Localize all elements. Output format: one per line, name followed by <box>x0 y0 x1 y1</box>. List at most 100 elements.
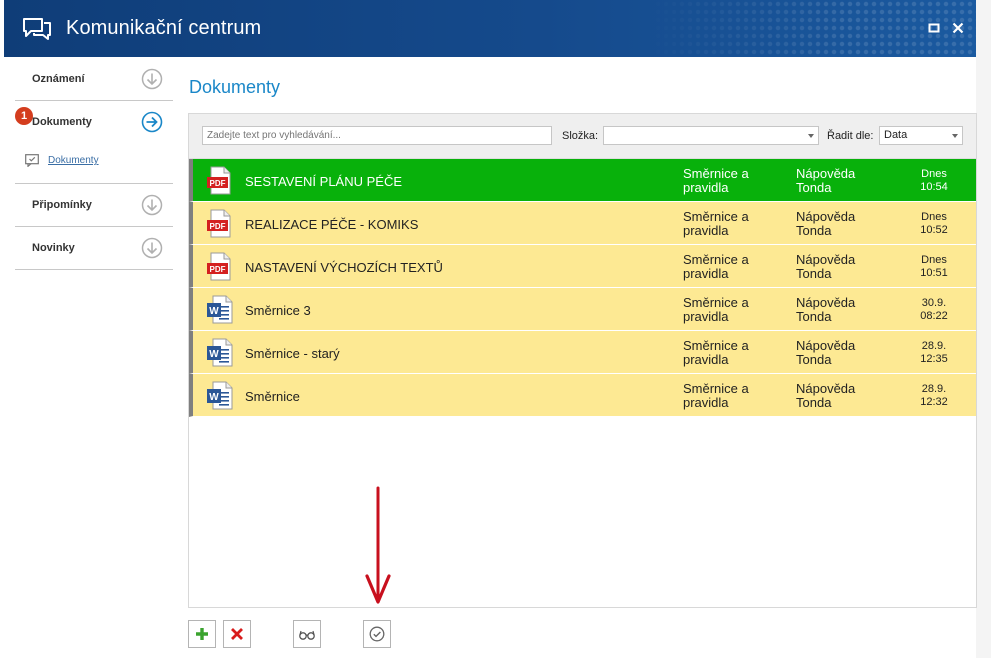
maximize-button[interactable] <box>926 20 942 36</box>
document-date: Dnes 10:51 <box>899 254 969 280</box>
word-file-icon: W <box>207 295 233 324</box>
document-author: Nápověda Tonda <box>796 167 896 195</box>
document-date-line: 28.9. <box>921 383 947 395</box>
document-date-line: 10:54 <box>920 181 948 193</box>
delete-x-icon <box>231 628 243 640</box>
document-date: 28.9. 12:35 <box>899 340 969 366</box>
document-author-line: Nápověda <box>796 166 856 181</box>
document-author-line: Tonda <box>796 266 832 281</box>
document-date-line: 28.9. <box>921 340 947 352</box>
svg-text:PDF: PDF <box>210 179 226 188</box>
word-file-icon: W <box>207 338 233 367</box>
document-category: Směrnice a pravidla <box>683 210 783 238</box>
document-author-line: Nápověda <box>796 295 856 310</box>
document-category: Směrnice a pravidla <box>683 339 783 367</box>
sidebar: Oznámení 1 Dokumenty Dokumenty Připomínk… <box>15 58 173 270</box>
document-author: Nápověda Tonda <box>796 296 896 324</box>
pdf-file-icon: PDF <box>207 252 231 281</box>
document-category: Směrnice a pravidla <box>683 167 783 195</box>
document-author-line: Tonda <box>796 180 832 195</box>
document-date-line: Dnes <box>921 254 947 266</box>
document-date-line: Dnes <box>921 211 947 223</box>
document-author: Nápověda Tonda <box>796 339 896 367</box>
document-row[interactable]: PDF SESTAVENÍ PLÁNU PÉČE Směrnice a pravid… <box>189 159 976 202</box>
sidebar-item-label: Dokumenty <box>32 116 92 128</box>
search-input[interactable] <box>202 126 552 145</box>
notification-badge: 1 <box>15 107 33 125</box>
document-date-line: 08:22 <box>920 310 948 322</box>
chevron-down-icon <box>952 134 958 138</box>
sidebar-item-label: Oznámení <box>32 73 85 85</box>
sidebar-subitem-dokumenty[interactable]: Dokumenty <box>15 143 173 184</box>
document-category-line: pravidla <box>683 309 729 324</box>
arrow-right-circle-icon[interactable] <box>141 111 163 133</box>
document-category-line: Směrnice a <box>683 295 749 310</box>
sidebar-item-dokumenty[interactable]: 1 Dokumenty <box>15 101 173 143</box>
confirm-read-button[interactable] <box>363 620 391 648</box>
sidebar-item-label: Novinky <box>32 242 75 254</box>
preview-button[interactable] <box>293 620 321 648</box>
document-category-line: pravidla <box>683 266 729 281</box>
close-button[interactable] <box>950 20 966 36</box>
folder-select[interactable] <box>603 126 819 145</box>
document-author-line: Tonda <box>796 309 832 324</box>
document-date-line: 12:35 <box>920 353 948 365</box>
sidebar-item-pripominky[interactable]: Připomínky <box>15 184 173 227</box>
arrow-down-circle-icon[interactable] <box>141 194 163 216</box>
document-category: Směrnice a pravidla <box>683 253 783 281</box>
svg-text:W: W <box>209 306 219 317</box>
document-author-line: Tonda <box>796 395 832 410</box>
word-file-icon: W <box>207 381 233 410</box>
sort-label: Řadit dle: <box>827 130 874 142</box>
document-category-line: Směrnice a <box>683 166 749 181</box>
svg-text:PDF: PDF <box>210 222 226 231</box>
document-author: Nápověda Tonda <box>796 210 896 238</box>
pdf-file-icon: PDF <box>207 209 231 238</box>
sidebar-item-novinky[interactable]: Novinky <box>15 227 173 270</box>
pdf-file-icon: PDF <box>207 166 231 195</box>
glasses-icon <box>299 630 315 640</box>
document-date-line: 12:32 <box>920 396 948 408</box>
document-date-line: 10:52 <box>920 224 948 236</box>
filter-toolbar: Složka: Řadit dle: Data <box>189 114 976 159</box>
document-date-line: Dnes <box>921 168 947 180</box>
delete-button[interactable] <box>223 620 251 648</box>
document-category-line: pravidla <box>683 180 729 195</box>
add-button[interactable] <box>188 620 216 648</box>
document-category-line: Směrnice a <box>683 252 749 267</box>
window-title: Komunikační centrum <box>66 17 262 39</box>
document-date: Dnes 10:52 <box>899 211 969 237</box>
document-category-line: Směrnice a <box>683 209 749 224</box>
document-date-line: 10:51 <box>920 267 948 279</box>
document-row[interactable]: W Směrnice 3 Směrnice a pravidla Nápověda To… <box>189 288 976 331</box>
sidebar-item-oznameni[interactable]: Oznámení <box>15 58 173 101</box>
sidebar-subitem-label[interactable]: Dokumenty <box>48 155 99 166</box>
sidebar-item-label: Připomínky <box>32 199 92 211</box>
document-date: 28.9. 12:32 <box>899 383 969 409</box>
document-title: SESTAVENÍ PLÁNU PÉČE <box>245 174 403 189</box>
document-author-line: Tonda <box>796 352 832 367</box>
maximize-icon <box>928 23 940 33</box>
chat-bubbles-icon <box>23 18 51 40</box>
document-chat-icon <box>25 154 39 167</box>
arrow-down-circle-icon[interactable] <box>141 68 163 90</box>
document-author-line: Nápověda <box>796 209 856 224</box>
folder-label: Složka: <box>562 130 599 142</box>
documents-panel: Složka: Řadit dle: Data PDF SESTAVENÍ PL… <box>188 113 977 608</box>
document-author-line: Nápověda <box>796 381 856 396</box>
document-row[interactable]: W Směrnice Směrnice a pravidla Nápověda Tond… <box>189 374 976 417</box>
document-row[interactable]: PDF REALIZACE PÉČE - KOMIKS Směrnice a pra… <box>189 202 976 245</box>
close-icon <box>952 22 964 34</box>
title-bar: Komunikační centrum <box>4 0 976 57</box>
document-category-line: Směrnice a <box>683 338 749 353</box>
sort-select[interactable]: Data <box>879 126 963 145</box>
document-title: Směrnice - starý <box>245 346 340 361</box>
svg-text:PDF: PDF <box>210 265 226 274</box>
document-category: Směrnice a pravidla <box>683 382 783 410</box>
document-category-line: Směrnice a <box>683 381 749 396</box>
document-row[interactable]: PDF NASTAVENÍ VÝCHOZÍCH TEXTŮ Směrnice ap… <box>189 245 976 288</box>
check-circle-icon <box>369 626 385 642</box>
arrow-down-circle-icon[interactable] <box>141 237 163 259</box>
document-row[interactable]: W Směrnice - starý Směrnice a pravidla Nápo… <box>189 331 976 374</box>
window-edge <box>976 0 991 658</box>
